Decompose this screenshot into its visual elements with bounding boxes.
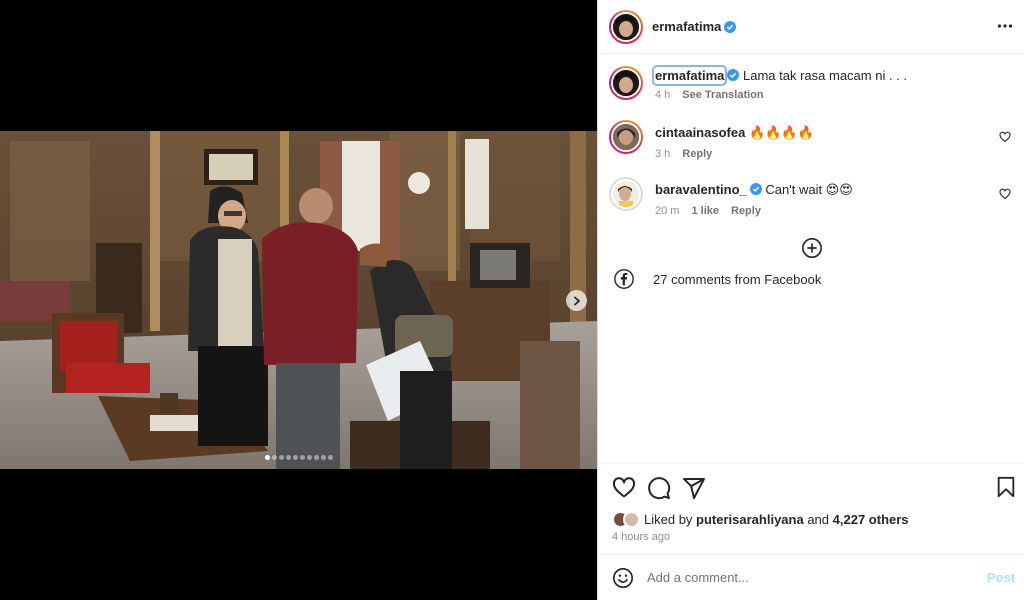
comment-like-heart-icon[interactable] bbox=[999, 188, 1011, 200]
emoji-icon[interactable] bbox=[612, 567, 634, 589]
load-more-comments-button[interactable] bbox=[598, 237, 1024, 259]
comment-username[interactable]: baravalentino_ bbox=[655, 182, 747, 197]
comment-username[interactable]: cintaainasofea bbox=[655, 125, 745, 140]
carousel-dot bbox=[278, 455, 284, 460]
author-avatar[interactable] bbox=[609, 9, 643, 44]
carousel-dot bbox=[264, 455, 270, 460]
bookmark-icon[interactable] bbox=[995, 476, 1017, 498]
carousel-dot bbox=[271, 455, 277, 460]
comment-icon[interactable] bbox=[647, 476, 671, 500]
post-header: ermafatima bbox=[598, 0, 1024, 54]
carousel-dot bbox=[306, 455, 312, 460]
commenter-avatar-image bbox=[613, 181, 639, 207]
author-username[interactable]: ermafatima bbox=[652, 19, 721, 34]
reply-button[interactable]: Reply bbox=[731, 205, 761, 217]
verified-icon bbox=[727, 69, 740, 81]
verified-icon bbox=[724, 20, 737, 33]
see-translation-button[interactable]: See Translation bbox=[682, 89, 763, 101]
likes-and: and bbox=[807, 512, 830, 527]
comment-text: 🔥🔥🔥🔥 bbox=[748, 125, 814, 140]
post-comment-button[interactable]: Post bbox=[987, 570, 1015, 585]
facebook-comments-link[interactable]: 27 comments from Facebook bbox=[613, 268, 821, 290]
commenter-avatar-image bbox=[613, 124, 639, 150]
comment-text: Can't wait 😍😍 bbox=[765, 182, 853, 197]
post-actions-section: Liked by puterisarahliyana and 4,227 oth… bbox=[598, 463, 1024, 554]
plus-circle-icon bbox=[801, 238, 822, 258]
liker-avatar bbox=[623, 511, 640, 528]
likes-summary: Liked by puterisarahliyana and 4,227 oth… bbox=[612, 511, 909, 528]
add-comment-bar: Post bbox=[598, 554, 1024, 600]
carousel-dot bbox=[285, 455, 291, 460]
chevron-right-icon bbox=[573, 296, 580, 305]
carousel-dot bbox=[320, 455, 326, 460]
facebook-icon bbox=[614, 269, 634, 289]
carousel-dot bbox=[313, 455, 319, 460]
caption-username[interactable]: ermafatima bbox=[651, 65, 728, 86]
caption-author-avatar[interactable] bbox=[609, 66, 643, 100]
post-side-panel: ermafatima ermafatima Lama tak rasa maca… bbox=[597, 0, 1024, 600]
heart-icon[interactable] bbox=[612, 476, 636, 500]
commenter-avatar[interactable] bbox=[609, 120, 643, 154]
more-options-icon[interactable] bbox=[997, 16, 1013, 32]
carousel-next-button[interactable] bbox=[566, 290, 587, 311]
likes-prefix: Liked by bbox=[644, 512, 693, 527]
liker-username[interactable]: puterisarahliyana bbox=[696, 512, 804, 527]
caption-text: Lama tak rasa macam ni . . . bbox=[743, 68, 908, 83]
carousel-indicator bbox=[0, 455, 597, 460]
caption-time: 4 h bbox=[655, 89, 671, 101]
comment-like-heart-icon[interactable] bbox=[999, 131, 1011, 143]
comment-time: 3 h bbox=[655, 148, 671, 160]
caption-avatar-image bbox=[613, 70, 639, 96]
photo-scene bbox=[0, 131, 597, 469]
reply-button[interactable]: Reply bbox=[682, 148, 712, 160]
commenter-avatar[interactable] bbox=[609, 177, 643, 211]
share-icon[interactable] bbox=[682, 476, 706, 500]
carousel-dot bbox=[299, 455, 305, 460]
likes-others-link[interactable]: 4,227 others bbox=[833, 512, 909, 527]
verified-icon bbox=[749, 183, 762, 195]
author-avatar-image bbox=[613, 13, 639, 40]
action-bar bbox=[612, 476, 706, 500]
post-photo[interactable] bbox=[0, 131, 597, 469]
post-timestamp[interactable]: 4 hours ago bbox=[612, 531, 670, 543]
add-comment-input[interactable] bbox=[647, 570, 967, 585]
post-media-area bbox=[0, 0, 597, 600]
comment-time: 20 m bbox=[655, 205, 680, 217]
facebook-comments-text: 27 comments from Facebook bbox=[653, 271, 822, 287]
comment-likes-count[interactable]: 1 like bbox=[691, 205, 719, 217]
carousel-dot bbox=[292, 455, 298, 460]
carousel-dot bbox=[327, 455, 333, 460]
